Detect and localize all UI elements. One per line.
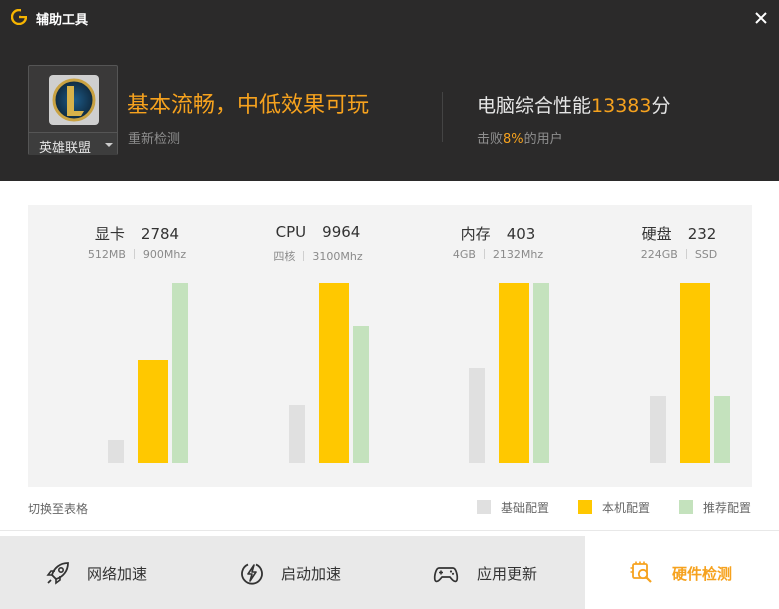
nav-label: 硬件检测 [672, 565, 733, 583]
chart-group-graphics: 显卡 2784 512MB 900Mhz [62, 205, 212, 487]
component-score: 2784 [140, 225, 180, 243]
game-name: 英雄联盟 [39, 141, 92, 156]
legend-mine: 本机配置 [578, 499, 650, 515]
header: 辅助工具 英雄联盟 基本流畅，中低效果可玩 重新检测 电脑综合性能13383分 … [0, 0, 779, 181]
beat-prefix: 击败 [477, 132, 504, 147]
bar-base [469, 368, 485, 463]
chart-group-title: 硬盘 232 [604, 223, 754, 244]
chart-group-disk: 硬盘 232 224GB SSD [604, 205, 754, 487]
component-score: 9964 [322, 223, 361, 241]
bar-base [108, 440, 124, 463]
chart-group-title: CPU 9964 [243, 223, 393, 241]
nav-network-boost[interactable]: 网络加速 [0, 536, 195, 609]
component-specs: 224GB SSD [604, 248, 754, 261]
component-name: 硬盘 [641, 225, 672, 243]
spec-secondary: 3100Mhz [312, 250, 363, 263]
spec-secondary: 2132Mhz [492, 248, 544, 261]
component-name: CPU [275, 223, 307, 241]
close-icon[interactable] [752, 9, 770, 27]
bar-mine [319, 283, 349, 463]
component-name: 内存 [460, 225, 491, 243]
header-divider [442, 92, 443, 142]
bar-base [650, 396, 666, 463]
beat-suffix: 的用户 [523, 132, 563, 147]
switch-to-table-link[interactable]: 切换至表格 [28, 500, 88, 517]
nav-app-update[interactable]: 应用更新 [390, 536, 585, 609]
window-title: 辅助工具 [36, 13, 89, 28]
beat-value: 8% [503, 132, 524, 147]
bar-base [289, 405, 305, 463]
legend-label-base: 基础配置 [501, 501, 550, 515]
component-score: 232 [687, 225, 717, 243]
game-selector[interactable]: 英雄联盟 [28, 65, 118, 156]
spec-primary: 224GB [640, 248, 678, 261]
spec-divider [303, 251, 305, 261]
legend-label-mine: 本机配置 [602, 501, 651, 515]
spec-primary: 4GB [452, 248, 476, 261]
chevron-down-icon [105, 143, 113, 147]
spec-secondary: 900Mhz [142, 248, 187, 261]
score-value: 13383 [591, 95, 652, 117]
game-logo-icon [49, 75, 99, 125]
legend-label-recommended: 推荐配置 [703, 501, 752, 515]
chart-group-memory: 内存 403 4GB 2132Mhz [423, 205, 573, 487]
legend-swatch-mine [578, 500, 592, 514]
score-prefix: 电脑综合性能 [477, 95, 592, 117]
game-dropdown[interactable]: 英雄联盟 [29, 132, 117, 156]
legend-swatch-base [477, 500, 491, 514]
performance-status: 基本流畅，中低效果可玩 [127, 93, 370, 118]
gamepad-icon [433, 567, 459, 583]
component-name: 显卡 [94, 225, 125, 243]
spec-primary: 四核 [273, 250, 296, 263]
spec-secondary: SSD [694, 248, 718, 261]
title-bar: 辅助工具 [0, 0, 779, 36]
spec-divider [133, 249, 135, 259]
chart-group-cpu: CPU 9964 四核 3100Mhz [243, 205, 393, 487]
nav-startup-boost[interactable]: 启动加速 [195, 536, 390, 609]
legend-recommended: 推荐配置 [679, 499, 751, 515]
nav-label: 启动加速 [281, 565, 342, 583]
bar-recommended [353, 326, 369, 463]
lightning-icon [241, 563, 263, 585]
nav-label: 应用更新 [477, 565, 538, 583]
bar-recommended [533, 283, 549, 463]
legend-swatch-recommended [679, 500, 693, 514]
bar-recommended [714, 396, 730, 463]
spec-primary: 512MB [87, 248, 126, 261]
bar-mine [499, 283, 529, 463]
component-specs: 4GB 2132Mhz [423, 248, 573, 261]
component-score: 403 [506, 225, 536, 243]
rocket-icon [46, 562, 69, 585]
nav-hardware-check[interactable]: 硬件检测 [585, 536, 779, 609]
bar-mine [138, 360, 168, 463]
component-specs: 512MB 900Mhz [62, 248, 212, 261]
bar-mine [680, 283, 710, 463]
legend-base: 基础配置 [477, 499, 549, 515]
spec-divider [685, 249, 687, 259]
hardware-search-icon [630, 561, 652, 583]
overall-score: 电脑综合性能13383分 [477, 91, 670, 118]
recheck-link[interactable]: 重新检测 [128, 128, 180, 147]
component-specs: 四核 3100Mhz [243, 248, 393, 264]
chart-group-title: 显卡 2784 [62, 223, 212, 244]
footer-divider [0, 530, 779, 531]
beat-users: 击败8%的用户 [477, 128, 563, 147]
bottom-nav: 网络加速 启动加速 应用更新 硬件检测 [0, 536, 779, 609]
app-logo-icon [11, 9, 27, 25]
spec-divider [483, 249, 485, 259]
chart-group-title: 内存 403 [423, 223, 573, 244]
bar-recommended [172, 283, 188, 463]
nav-label: 网络加速 [87, 565, 148, 583]
score-suffix: 分 [651, 95, 671, 117]
hardware-chart: 显卡 2784 512MB 900Mhz CPU 9964 四核 3100Mhz 内存 403 4G… [28, 205, 752, 487]
